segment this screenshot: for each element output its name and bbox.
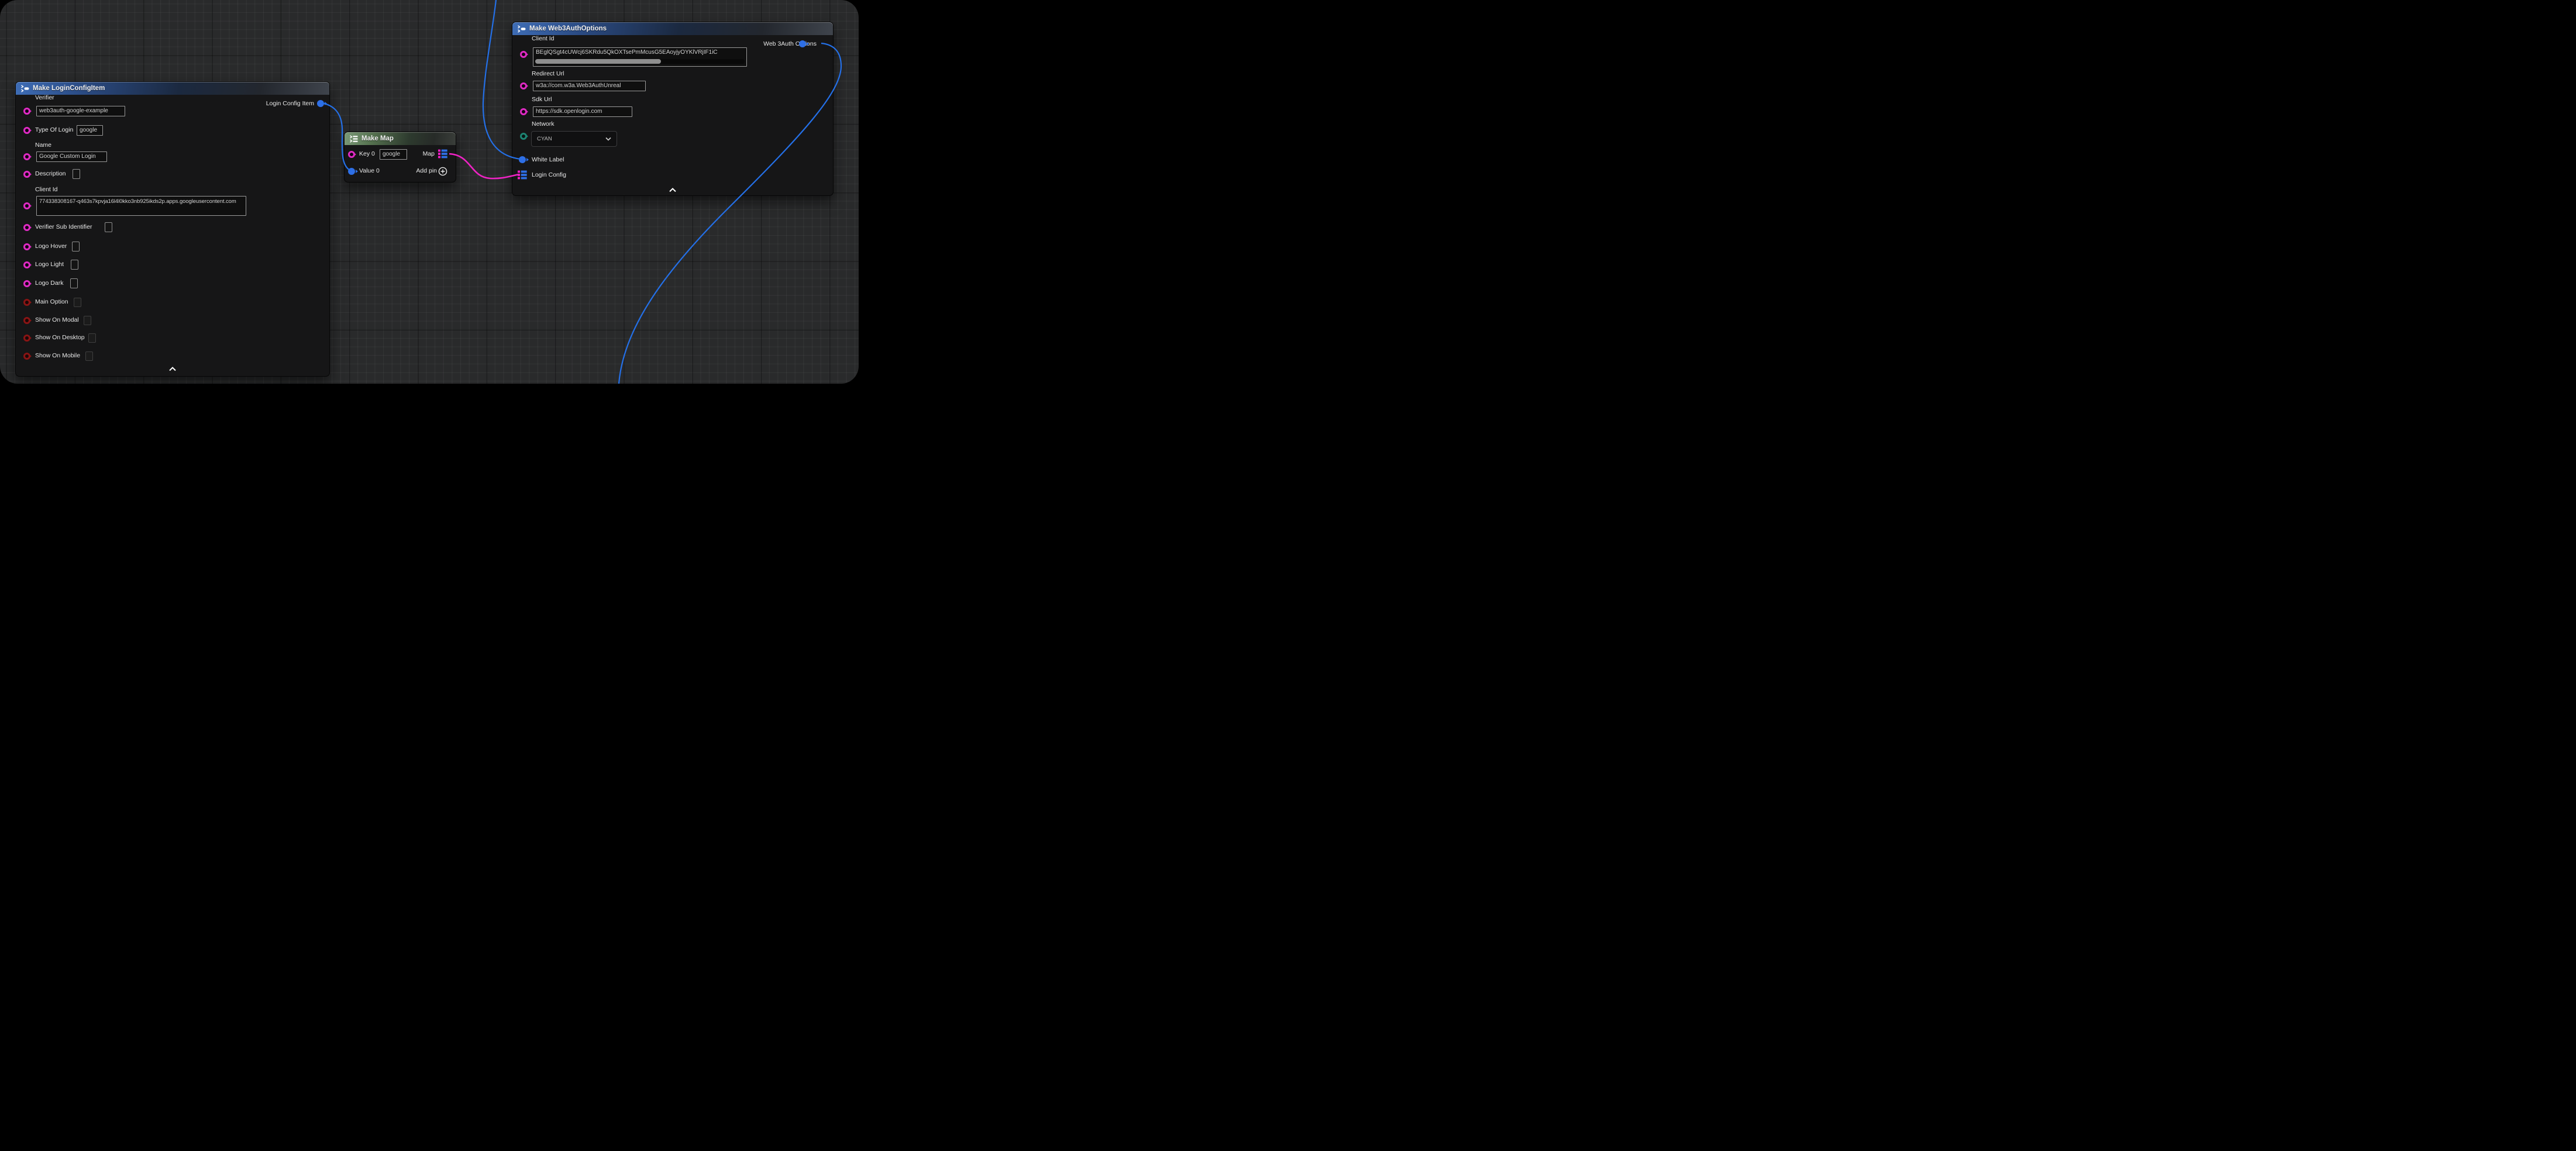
pin-logo-light[interactable] [23,261,30,268]
node-header-make-map[interactable]: Make Map [345,132,456,145]
description-input[interactable] [73,169,80,179]
pin-web3auth-options-out[interactable] [799,40,806,47]
output-label: Login Config Item [266,100,314,107]
pin-label: Client Id [35,186,58,193]
pin-verifier[interactable] [23,108,30,115]
node-make-web3authoptions: Make Web3AuthOptions Web 3Auth Options C… [512,22,834,196]
pin-label: Sdk Url [532,96,552,103]
graph-canvas[interactable]: Make LoginConfigItem Login Config Item V… [0,0,859,384]
make-struct-icon [20,85,29,92]
pin-redirect-url[interactable] [520,82,527,89]
pin-label: Logo Dark [35,280,63,287]
pin-label: Show On Desktop [35,334,85,341]
pin-network[interactable] [520,133,527,140]
logo-light-input[interactable] [71,260,78,270]
add-pin-icon[interactable] [438,167,447,176]
pin-label: Logo Hover [35,243,67,250]
collapse-chevron-icon[interactable] [168,367,177,371]
pin-show-on-mobile[interactable] [23,353,30,360]
blueprint-editor: Make LoginConfigItem Login Config Item V… [0,0,859,384]
node-header-make-loginconfigitem[interactable]: Make LoginConfigItem [16,82,329,95]
pin-label: Show On Mobile [35,352,80,359]
pin-show-on-desktop[interactable] [23,335,30,342]
pin-label: Verifier Sub Identifier [35,223,92,230]
show-on-desktop-checkbox[interactable] [88,333,96,343]
pin-label: Value 0 [359,167,380,174]
pin-description[interactable] [23,171,30,178]
node-title: Make Map [361,135,394,142]
input-scrollbar-thumb[interactable] [535,59,661,64]
pin-logo-dark[interactable] [23,280,30,287]
make-struct-icon [517,25,526,33]
node-make-map: Make Map Key 0 google Map Value 0 Add pi… [344,132,456,182]
pin-show-on-modal[interactable] [23,317,30,324]
redirect-url-input[interactable]: w3a://com.w3a.Web3AuthUnreal [533,81,646,91]
type-of-login-input[interactable]: google [77,125,103,136]
network-selected-value: CYAN [537,136,552,142]
client-id-input[interactable]: BEglQSgt4cUWcj6SKRdu5QkOXTsePmMcusG5EAoy… [533,47,747,67]
pin-label: Client Id [532,35,555,42]
add-pin-label: Add pin [416,167,437,174]
pin-label: Verifier [35,94,54,101]
pin-type-of-login[interactable] [23,127,30,134]
pin-label: Logo Light [35,261,64,268]
node-title: Make Web3AuthOptions [529,25,607,32]
pin-logo-hover[interactable] [23,243,30,250]
pin-label: Redirect Url [532,70,564,77]
key0-input[interactable]: google [380,149,407,160]
pin-label: Main Option [35,298,68,305]
input-scrollbar-track [535,59,745,64]
pin-verifier-sub-identifier[interactable] [23,224,30,231]
wire-map-to-loginconfig[interactable] [449,154,519,178]
pin-label: Name [35,142,51,149]
pin-main-option[interactable] [23,299,30,306]
pin-client-id[interactable] [520,51,527,58]
pin-label: White Label [532,156,564,163]
main-option-checkbox[interactable] [74,298,81,307]
verifier-input[interactable]: web3auth-google-example [36,106,125,116]
pin-label: Show On Modal [35,316,79,323]
pin-white-label[interactable] [519,156,526,163]
show-on-modal-checkbox[interactable] [84,316,91,325]
pin-label: Login Config [532,171,566,178]
network-dropdown[interactable]: CYAN [531,131,617,147]
name-input[interactable]: Google Custom Login [36,151,107,162]
collapse-chevron-icon[interactable] [669,188,677,192]
chevron-down-icon [605,137,611,141]
sdk-url-input[interactable]: https://sdk.openlogin.com [533,106,632,117]
client-id-input[interactable]: 774338308167-q463s7kpvja16l4l0kko3nb925i… [36,196,246,216]
pin-label: Network [532,120,555,127]
pin-map-out[interactable] [438,149,447,158]
pin-sdk-url[interactable] [520,108,527,115]
logo-dark-input[interactable] [70,278,78,288]
pin-label: Type Of Login [35,126,73,133]
pin-label: Description [35,170,66,177]
pin-name[interactable] [23,153,30,160]
logo-hover-input[interactable] [72,242,80,251]
node-make-loginconfigitem: Make LoginConfigItem Login Config Item V… [15,81,330,377]
pin-key0[interactable] [348,151,355,158]
node-title: Make LoginConfigItem [33,85,105,92]
output-label: Map [423,150,435,157]
pin-label: Key 0 [359,150,375,157]
show-on-mobile-checkbox[interactable] [85,351,93,361]
client-id-value: BEglQSgt4cUWcj6SKRdu5QkOXTsePmMcusG5EAoy… [536,49,718,56]
make-map-icon [349,135,358,143]
node-header-make-web3authoptions[interactable]: Make Web3AuthOptions [512,22,833,35]
verifier-sub-identifier-input[interactable] [105,222,112,232]
pin-client-id[interactable] [23,202,30,209]
